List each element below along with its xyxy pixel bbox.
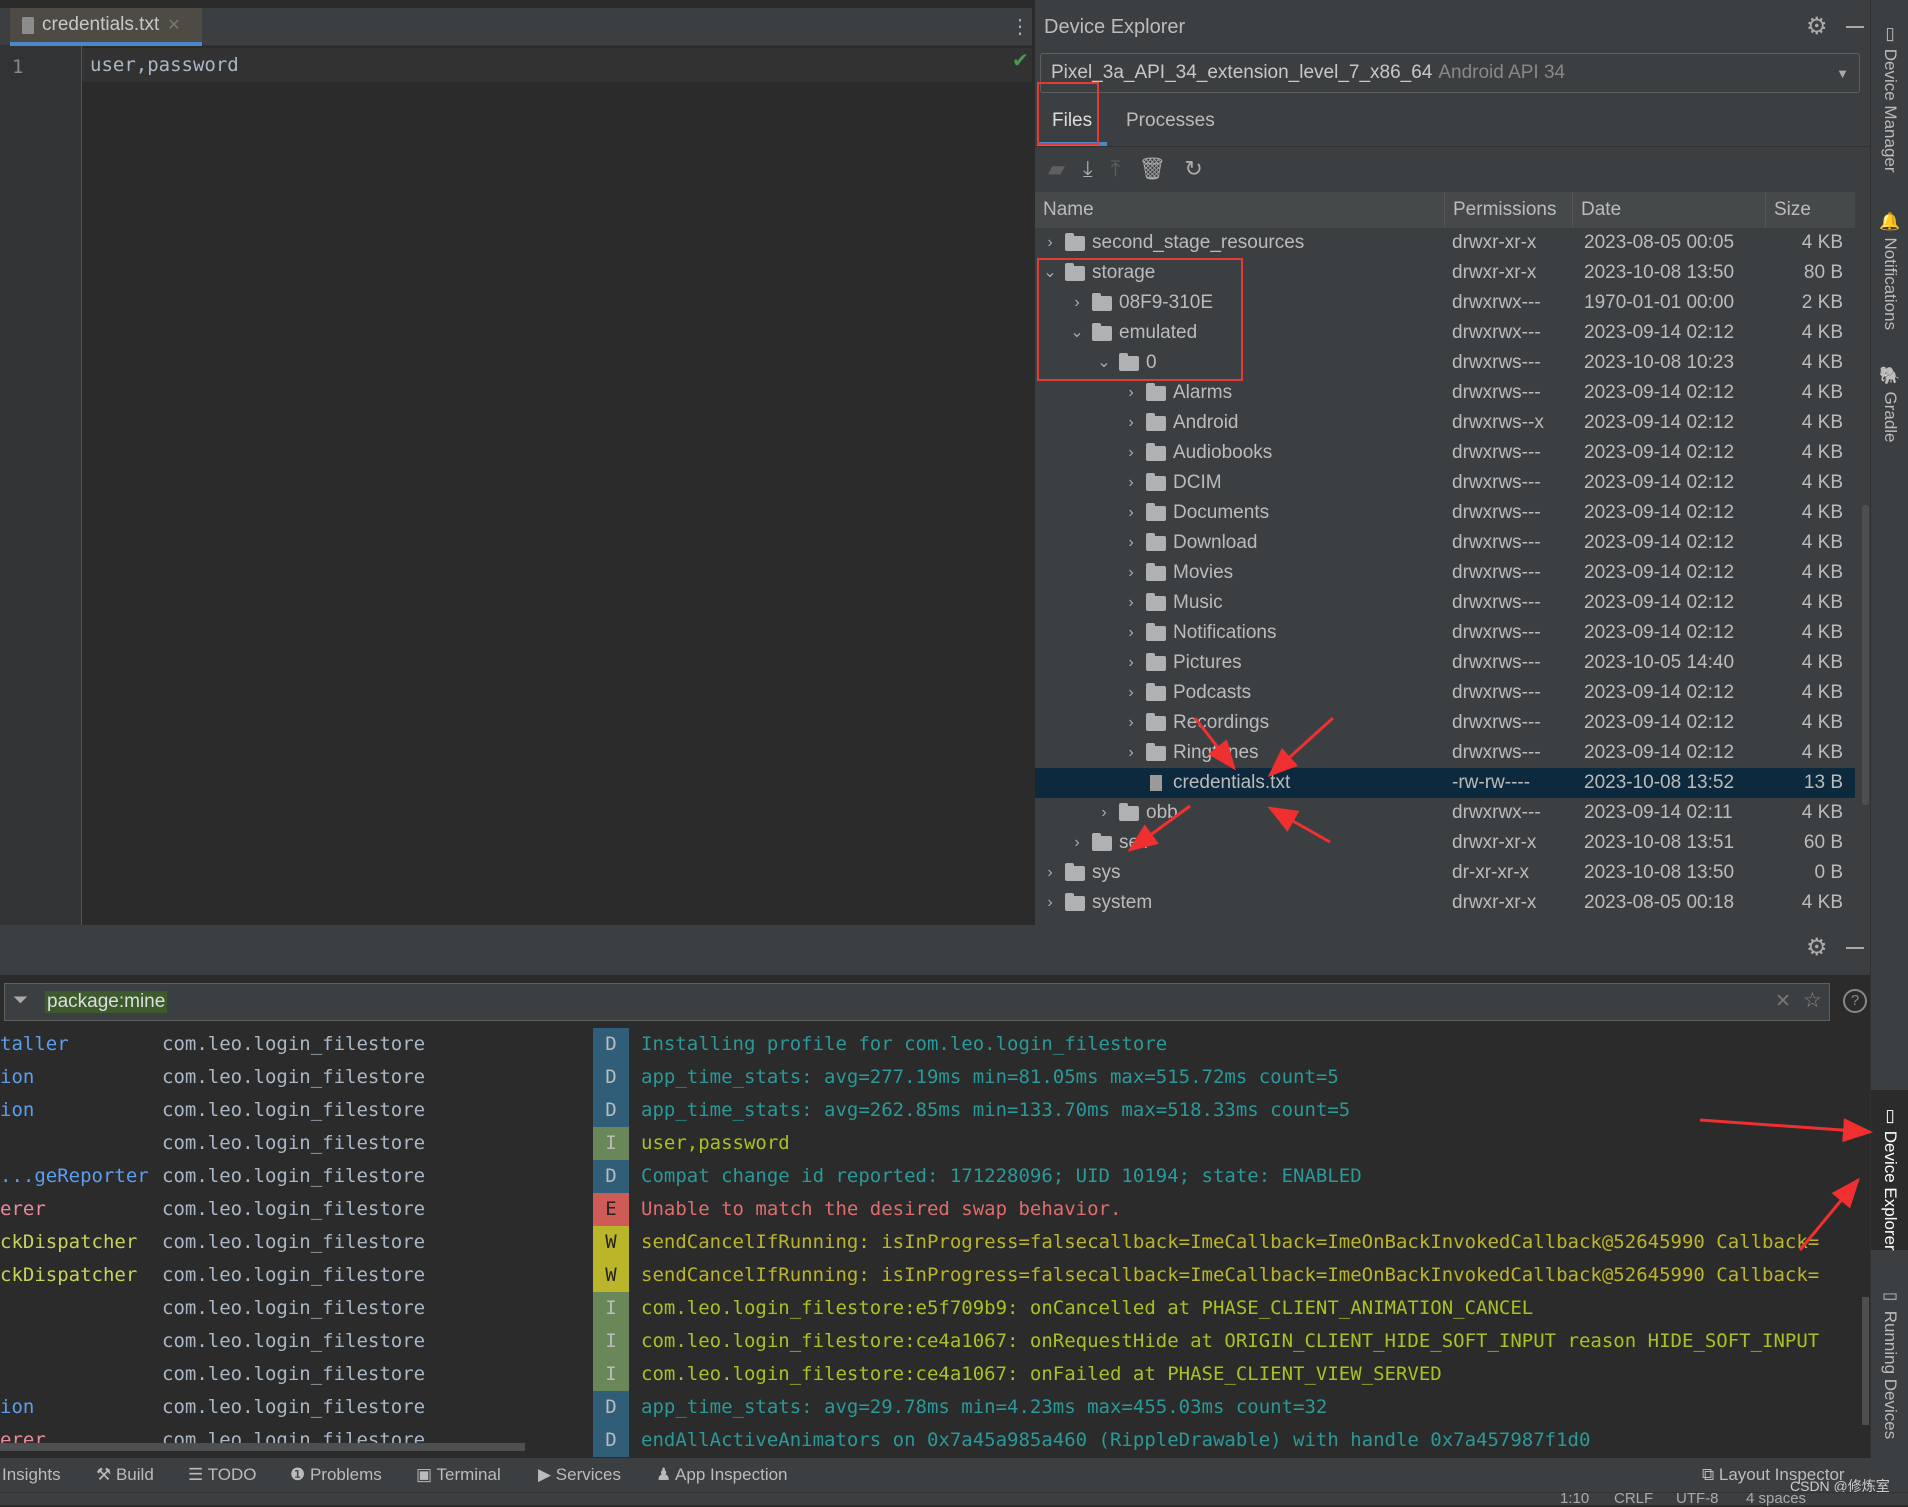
- annotation-arrows: [1127, 716, 1873, 1251]
- arrow: [1798, 1177, 1860, 1251]
- arrow: [1699, 1118, 1873, 1143]
- arrow: [1267, 806, 1331, 844]
- arrow: [1267, 716, 1335, 778]
- arrow: [1127, 804, 1191, 852]
- arrow: [1193, 717, 1236, 771]
